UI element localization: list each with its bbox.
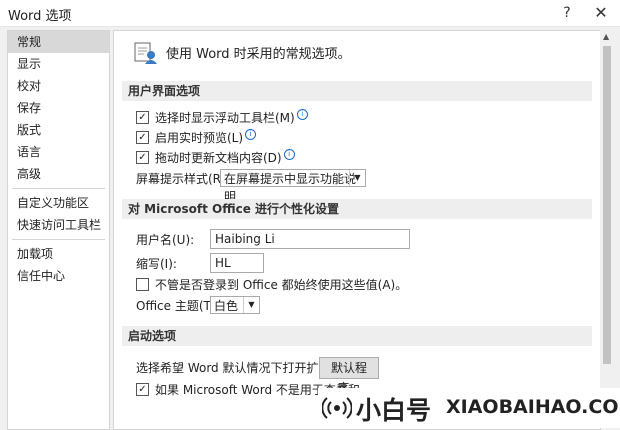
chevron-down-icon: ▼ <box>243 297 259 313</box>
vertical-scrollbar[interactable]: ▲ <box>600 30 614 428</box>
screentip-style-select[interactable]: 在屏幕提示中显示功能说明 ▼ <box>220 169 366 204</box>
default-viewer-checkbox[interactable]: ✓ <box>136 383 149 396</box>
default-extensions-label: 选择希望 Word 默认情况下打开扩展名: <box>136 361 347 375</box>
floating-toolbar-option: ✓ 选择时显示浮动工具栏(M) i <box>136 109 308 127</box>
watermark-en: XIAOBAIHAO.COM <box>446 396 620 418</box>
broadcast-icon <box>322 397 352 419</box>
username-label: 用户名(U): <box>136 233 195 247</box>
options-panel: 使用 Word 时采用的常规选项。 用户界面选项 ✓ 选择时显示浮动工具栏(M) i… <box>113 30 601 430</box>
help-button[interactable]: ? <box>556 3 578 23</box>
scrollbar-thumb[interactable] <box>603 46 611 364</box>
nav-item-display[interactable]: 显示 <box>8 53 109 75</box>
floating-toolbar-label: 选择时显示浮动工具栏(M) <box>155 111 295 125</box>
close-button[interactable]: ✕ <box>590 3 612 23</box>
nav-separator <box>12 239 105 240</box>
ui-options-header: 用户界面选项 <box>122 81 592 101</box>
watermark-badge: 小白号 XIAOBAIHAO.COM <box>318 388 620 428</box>
nav-item-layout[interactable]: 版式 <box>8 119 109 141</box>
personalize-header: 对 Microsoft Office 进行个性化设置 <box>122 199 592 219</box>
info-icon: i <box>283 149 295 160</box>
nav-item-language[interactable]: 语言 <box>8 141 109 163</box>
general-options-icon <box>134 42 157 64</box>
watermark-cn: 小白号 <box>356 396 432 425</box>
always-use-option: 不管是否登录到 Office 都始终使用这些值(A)。 <box>136 276 407 294</box>
office-theme-label: Office 主题(T): <box>136 299 220 313</box>
nav-item-addins[interactable]: 加载项 <box>8 243 109 265</box>
office-theme-select[interactable]: 白色 ▼ <box>210 296 260 314</box>
chevron-down-icon: ▼ <box>349 170 365 186</box>
live-preview-checkbox[interactable]: ✓ <box>136 131 149 144</box>
nav-item-save[interactable]: 保存 <box>8 97 109 119</box>
floating-toolbar-checkbox[interactable]: ✓ <box>136 111 149 124</box>
screentip-style-label: 屏幕提示样式(R): <box>136 172 230 186</box>
startup-options-header: 启动选项 <box>122 326 592 346</box>
scroll-up-icon[interactable]: ▲ <box>603 32 609 41</box>
window-title: Word 选项 <box>8 9 72 24</box>
nav-item-general[interactable]: 常规 <box>8 31 109 53</box>
office-theme-value: 白色 <box>214 299 239 313</box>
drag-update-label: 拖动时更新文档内容(D) <box>155 151 282 165</box>
nav-item-proofing[interactable]: 校对 <box>8 75 109 97</box>
live-preview-label: 启用实时预览(L) <box>155 131 244 145</box>
always-use-label: 不管是否登录到 Office 都始终使用这些值(A)。 <box>155 278 408 292</box>
initials-label: 缩写(I): <box>136 257 177 271</box>
live-preview-option: ✓ 启用实时预览(L) i <box>136 129 257 147</box>
initials-field[interactable]: HL <box>210 253 264 273</box>
username-field[interactable]: Haibing Li <box>210 229 410 249</box>
nav-separator <box>12 188 105 189</box>
drag-update-option: ✓ 拖动时更新文档内容(D) i <box>136 149 295 167</box>
header-text: 使用 Word 时采用的常规选项。 <box>166 47 351 62</box>
drag-update-checkbox[interactable]: ✓ <box>136 151 149 164</box>
always-use-checkbox[interactable] <box>136 278 149 291</box>
nav-pane: 常规 显示 校对 保存 版式 语言 高级 自定义功能区 快速访问工具栏 加载项 … <box>7 30 110 430</box>
nav-item-customize-ribbon[interactable]: 自定义功能区 <box>8 192 109 214</box>
nav-item-trust-center[interactable]: 信任中心 <box>8 265 109 287</box>
nav-item-advanced[interactable]: 高级 <box>8 163 109 185</box>
title-bar: Word 选项 ? ✕ <box>0 0 620 27</box>
nav-item-quick-access-toolbar[interactable]: 快速访问工具栏 <box>8 214 109 236</box>
info-icon: i <box>245 129 257 140</box>
default-programs-button[interactable]: 默认程序... <box>319 357 379 395</box>
info-icon: i <box>296 109 308 120</box>
